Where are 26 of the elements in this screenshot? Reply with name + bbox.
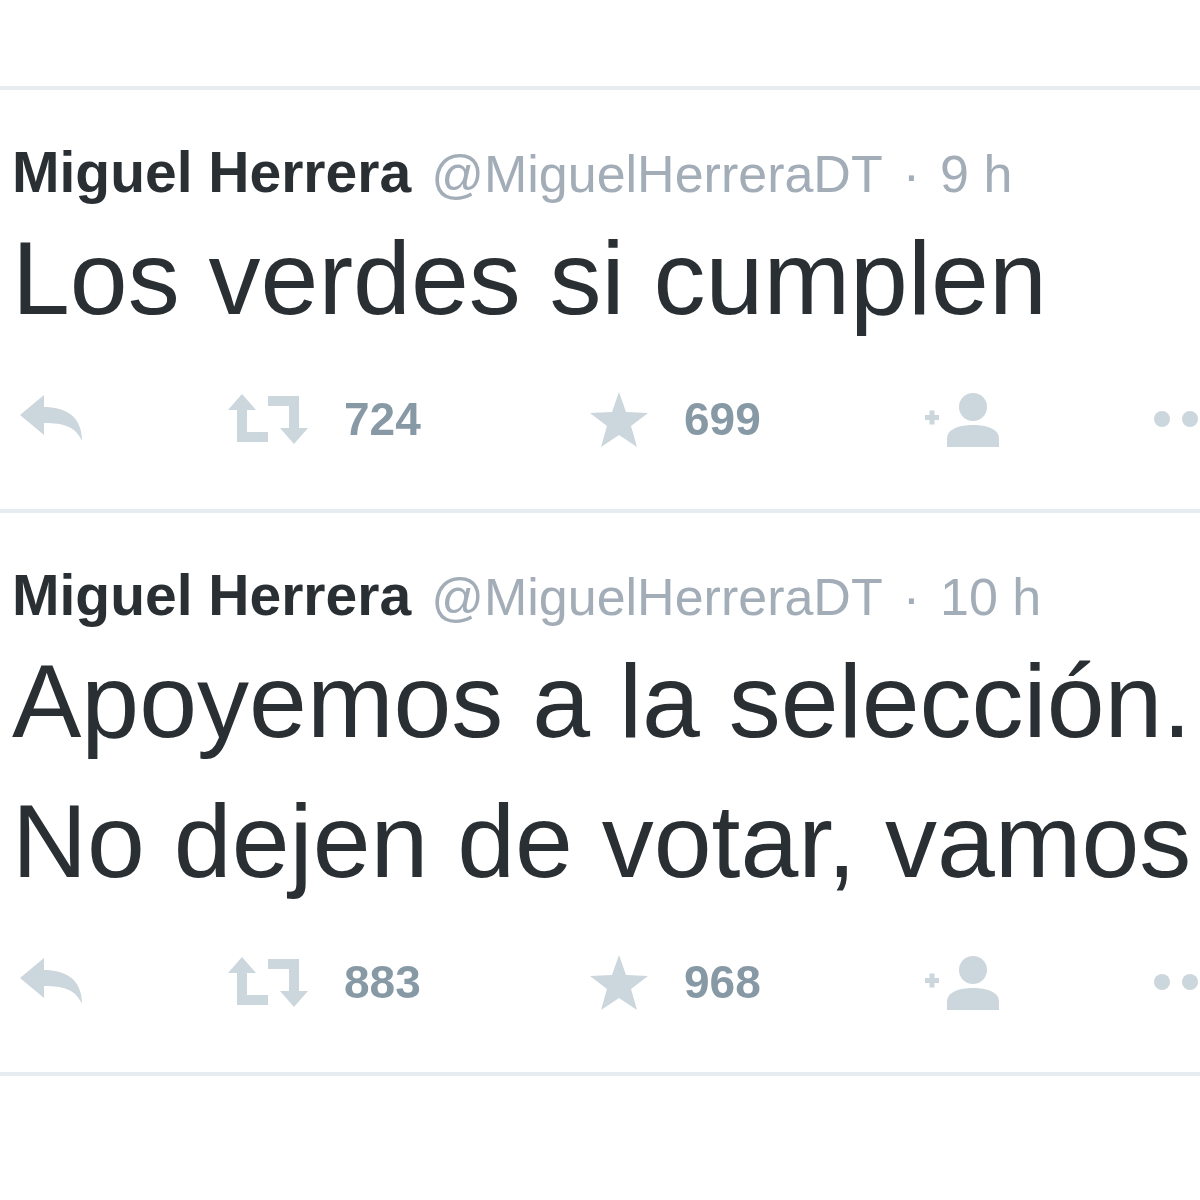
tweet-time[interactable]: 9 h [940, 144, 1013, 204]
reply-button[interactable] [20, 395, 84, 443]
tweet-text: Apoyemos a la selección. No dejen de votar, vamos [12, 642, 1192, 901]
star-icon [590, 391, 648, 447]
more-icon [1154, 974, 1200, 990]
favorite-button[interactable]: 699 [590, 391, 761, 447]
retweet-icon [228, 957, 308, 1007]
more-icon [1154, 411, 1200, 427]
separator: · [902, 144, 920, 204]
reply-icon [20, 395, 84, 443]
author-handle[interactable]: @MiguelHerreraDT [431, 144, 883, 204]
author-name[interactable]: Miguel Herrera [12, 565, 412, 625]
reply-icon [20, 958, 84, 1006]
more-button[interactable] [1154, 411, 1200, 427]
favorite-button[interactable]: 968 [590, 954, 761, 1010]
retweet-button[interactable]: 883 [228, 955, 421, 1009]
separator: · [902, 567, 920, 627]
tweet-text: Los verdes si cumplen [12, 219, 1047, 338]
star-icon [590, 954, 648, 1010]
more-button[interactable] [1154, 974, 1200, 990]
tweet-time[interactable]: 10 h [940, 567, 1042, 627]
retweet-button[interactable]: 724 [228, 392, 421, 446]
author-name[interactable]: Miguel Herrera [12, 142, 412, 202]
reply-button[interactable] [20, 958, 84, 1006]
author-handle[interactable]: @MiguelHerreraDT [431, 567, 883, 627]
retweet-icon [228, 394, 308, 444]
